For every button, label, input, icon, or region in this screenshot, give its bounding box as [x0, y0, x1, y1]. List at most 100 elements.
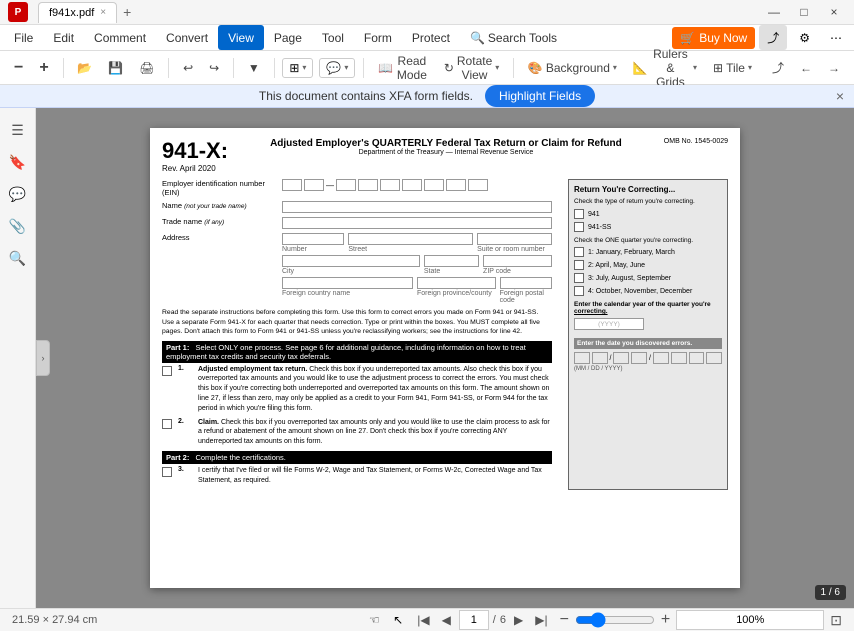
close-tab-button[interactable]: ×: [100, 7, 106, 18]
back-button[interactable]: ←: [794, 57, 818, 79]
tile-button[interactable]: ⊞ Tile ▾: [707, 57, 758, 79]
ein-box-9[interactable]: [468, 179, 488, 191]
part2-item3-checkbox[interactable]: [162, 467, 172, 477]
overflow-menu-button[interactable]: ⋯: [822, 27, 850, 49]
highlight-fields-button[interactable]: Highlight Fields: [485, 85, 595, 107]
calendar-year-title: Enter the calendar year of the quarter y…: [574, 301, 722, 315]
select-tool-button[interactable]: ↖: [387, 609, 409, 631]
redo-button[interactable]: ↪: [203, 57, 225, 79]
next-page-button[interactable]: ▶: [510, 611, 527, 629]
state-input[interactable]: [424, 255, 479, 267]
first-page-button[interactable]: |◀: [413, 611, 433, 629]
menu-protect[interactable]: Protect: [402, 25, 460, 50]
new-tab-button[interactable]: +: [117, 0, 137, 24]
menu-form[interactable]: Form: [354, 25, 402, 50]
undo-button[interactable]: ↩: [177, 57, 199, 79]
current-page-input[interactable]: [459, 610, 489, 630]
zoom-in-status-button[interactable]: +: [661, 611, 670, 629]
last-page-button[interactable]: ▶|: [531, 611, 551, 629]
q4-checkbox[interactable]: [574, 286, 584, 296]
suite-input[interactable]: [477, 233, 552, 245]
sidebar-bookmarks-button[interactable]: 🔖: [4, 148, 32, 176]
date-mm-1[interactable]: [574, 352, 590, 364]
q1-checkbox[interactable]: [574, 247, 584, 257]
hand-tool-button[interactable]: ☜: [363, 609, 385, 631]
restore-button[interactable]: □: [792, 0, 816, 24]
date-yyyy-4[interactable]: [706, 352, 722, 364]
zip-input[interactable]: [483, 255, 552, 267]
state-addr-label: State: [424, 268, 479, 275]
foreign-province-input[interactable]: [417, 277, 496, 289]
foreign-country-input[interactable]: [282, 277, 413, 289]
date-dd-2[interactable]: [631, 352, 647, 364]
menu-view[interactable]: View: [218, 25, 264, 50]
ein-box-8[interactable]: [446, 179, 466, 191]
ein-box-1[interactable]: [282, 179, 302, 191]
q3-checkbox[interactable]: [574, 273, 584, 283]
menu-convert[interactable]: Convert: [156, 25, 218, 50]
sidebar-search-button[interactable]: 🔍: [4, 244, 32, 272]
close-window-button[interactable]: ×: [822, 0, 846, 24]
date-dd-1[interactable]: [613, 352, 629, 364]
foreign-province-col: Foreign province/county: [417, 277, 496, 304]
print-button[interactable]: 🖨: [133, 57, 160, 79]
date-yyyy-3[interactable]: [689, 352, 705, 364]
external-link-button[interactable]: ⤴: [766, 55, 790, 80]
toolbar: − + 📂 💾 🖨 ↩ ↪ ▼ ⊞▾ 💬▾ 📖 Read Mode ↻ Rota…: [0, 51, 854, 85]
open-file-button[interactable]: 📂: [71, 57, 98, 79]
date-yyyy-1[interactable]: [653, 352, 669, 364]
rotate-view-button[interactable]: ↻ Rotate View ▾: [438, 50, 505, 86]
name-input[interactable]: [282, 201, 552, 213]
q2-checkbox[interactable]: [574, 260, 584, 270]
more-options-button[interactable]: ▼: [242, 57, 266, 79]
ein-box-5[interactable]: [380, 179, 400, 191]
menu-tool[interactable]: Tool: [312, 25, 354, 50]
document-tab[interactable]: f941x.pdf ×: [38, 2, 117, 23]
zoom-slider[interactable]: [575, 612, 655, 628]
menu-search-tools[interactable]: 🔍 Search Tools: [460, 25, 567, 50]
background-button[interactable]: 🎨 Background ▾: [522, 57, 623, 79]
close-info-bar-button[interactable]: ×: [836, 88, 844, 104]
zoom-level-input[interactable]: [676, 610, 824, 630]
save-button[interactable]: 💾: [102, 57, 129, 79]
share-button[interactable]: ⤴: [759, 25, 787, 50]
street-input[interactable]: [348, 233, 473, 245]
thumbnail-view-dropdown[interactable]: ⊞▾: [282, 58, 313, 78]
minimize-button[interactable]: —: [762, 0, 786, 24]
calendar-year-input[interactable]: (YYYY): [574, 318, 644, 330]
foreign-postal-input[interactable]: [500, 277, 552, 289]
941ss-checkbox[interactable]: [574, 222, 584, 232]
page-badge: 1 / 6: [815, 585, 846, 600]
ein-box-6[interactable]: [402, 179, 422, 191]
date-mm-2[interactable]: [592, 352, 608, 364]
settings-icon[interactable]: ⚙: [791, 27, 818, 49]
zoom-out-status-button[interactable]: −: [560, 611, 569, 629]
zoom-out-toolbar-button[interactable]: −: [8, 55, 29, 81]
ein-box-3[interactable]: [336, 179, 356, 191]
city-input[interactable]: [282, 255, 420, 267]
date-yyyy-2[interactable]: [671, 352, 687, 364]
comment-view-dropdown[interactable]: 💬▾: [319, 58, 355, 78]
sidebar-pages-button[interactable]: ☰: [4, 116, 32, 144]
read-mode-button[interactable]: 📖 Read Mode: [372, 50, 434, 86]
ein-box-2[interactable]: [304, 179, 324, 191]
pdf-content-area[interactable]: 941-X: Rev. April 2020 Adjusted Employer…: [36, 108, 854, 608]
ein-box-7[interactable]: [424, 179, 444, 191]
menu-file[interactable]: File: [4, 25, 43, 50]
sidebar-attachments-button[interactable]: 📎: [4, 212, 32, 240]
sidebar-toggle-button[interactable]: ›: [36, 340, 50, 376]
menu-page[interactable]: Page: [264, 25, 312, 50]
941-checkbox[interactable]: [574, 209, 584, 219]
sidebar-comments-button[interactable]: 💬: [4, 180, 32, 208]
part1-item1-checkbox[interactable]: [162, 366, 172, 376]
ein-box-4[interactable]: [358, 179, 378, 191]
prev-page-button[interactable]: ◀: [438, 611, 455, 629]
menu-comment[interactable]: Comment: [84, 25, 156, 50]
address-number-input[interactable]: [282, 233, 344, 245]
part1-item2-checkbox[interactable]: [162, 419, 172, 429]
menu-edit[interactable]: Edit: [43, 25, 84, 50]
forward-button[interactable]: →: [822, 57, 846, 79]
trade-name-input[interactable]: [282, 217, 552, 229]
zoom-in-toolbar-button[interactable]: +: [33, 55, 54, 81]
fit-page-button[interactable]: ⊡: [830, 612, 842, 629]
